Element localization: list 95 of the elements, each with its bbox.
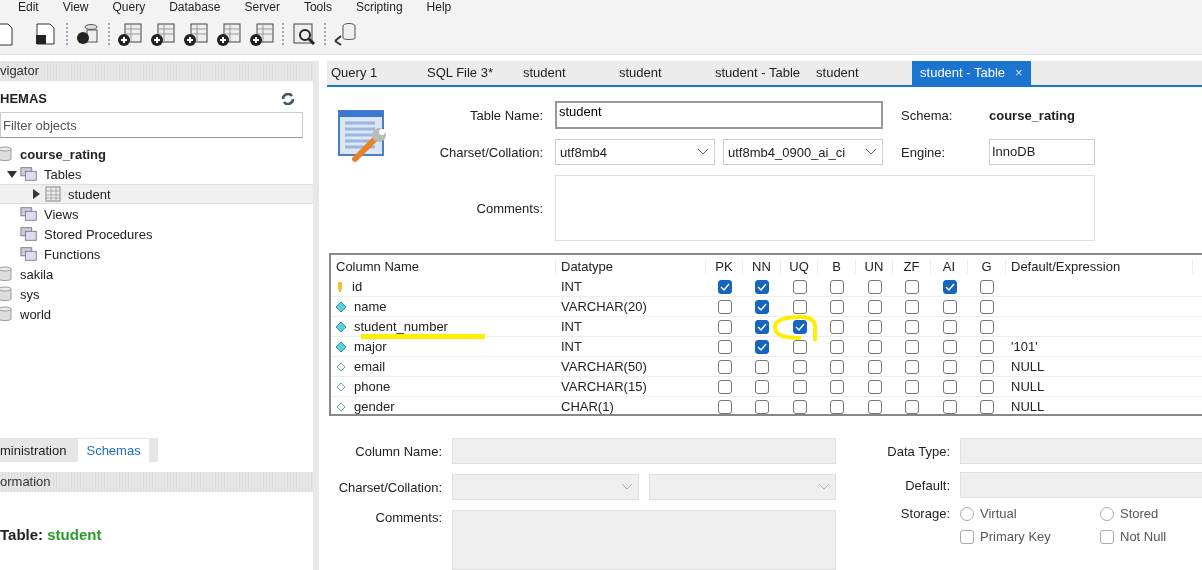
menu-item[interactable]: Server — [244, 0, 280, 14]
radio-option[interactable]: Virtual — [960, 506, 1090, 521]
table-name-field[interactable]: student — [555, 101, 883, 129]
checkbox-option[interactable]: Not Null — [1100, 529, 1202, 544]
editor-tab[interactable]: student - Table × — [912, 61, 1031, 85]
editor-tab[interactable]: SQL File 3* — [427, 61, 519, 85]
panel-tab[interactable]: ministration — [0, 439, 75, 461]
field-label: Default: — [904, 477, 950, 493]
column-header[interactable]: Datatype — [556, 258, 706, 274]
table-cell: student_number — [354, 319, 448, 334]
field-label: Column Name: — [354, 443, 442, 459]
table-cell-text: INT — [560, 339, 583, 354]
column-header[interactable]: ZF — [893, 258, 931, 274]
table-cell-text: NULL — [1010, 379, 1045, 394]
editor-tab[interactable]: student — [619, 61, 711, 85]
tree-label: Stored Procedures — [44, 226, 153, 242]
field-label: Schema: — [901, 107, 954, 123]
field-label: Comments: — [374, 510, 442, 525]
column-header[interactable]: Column Name — [331, 258, 556, 274]
column-header[interactable]: AI — [931, 258, 968, 274]
field-label: Storage: — [899, 506, 950, 521]
column-header[interactable]: UQ — [781, 258, 818, 274]
tree-item[interactable]: Tables — [0, 164, 313, 184]
tree-item[interactable]: world — [0, 304, 313, 324]
editor-tab[interactable]: Query 1 — [331, 61, 423, 85]
info-text: Table: student — [0, 526, 103, 543]
table-cell: email — [354, 359, 386, 374]
table-cell: phone — [354, 379, 391, 394]
table-cell: major — [354, 339, 387, 354]
table-cell-text: NULL — [1010, 359, 1045, 374]
menu-item[interactable]: Scripting — [355, 0, 403, 14]
menu-item[interactable]: Tools — [303, 0, 332, 14]
charset-dropdown[interactable]: utf8mb4 — [555, 139, 715, 165]
menu-item[interactable]: Help — [426, 0, 452, 14]
schema-value: course_rating — [989, 107, 1075, 123]
field-label: Charset/Collation: — [438, 144, 543, 160]
tree-label: sakila — [20, 266, 54, 282]
column-header[interactable]: G — [968, 258, 1006, 274]
field-label: Engine: — [901, 144, 947, 160]
editor-tab[interactable]: student — [816, 61, 909, 85]
menu-item[interactable]: Query — [112, 0, 146, 14]
tree-item[interactable]: student — [0, 184, 313, 204]
menu-item[interactable]: View — [62, 0, 89, 14]
grid-row[interactable]: gender CHAR(1) NULL — [331, 397, 1202, 414]
tree-label: Tables — [44, 166, 82, 182]
table-cell: id — [352, 279, 363, 294]
column-header[interactable]: NN — [743, 258, 781, 274]
field-label: Comments: — [475, 200, 543, 216]
close-icon[interactable]: × — [1015, 65, 1023, 80]
filter-field[interactable]: Filter objects — [0, 112, 303, 138]
table-cell: gender — [354, 399, 395, 414]
tree-label: Functions — [44, 246, 101, 262]
column-header[interactable]: UN — [856, 258, 893, 274]
field-label: Table Name: — [469, 107, 543, 123]
table-cell-text: VARCHAR(50) — [560, 359, 648, 374]
panel-tab[interactable]: Schemas — [78, 438, 149, 462]
column-header[interactable]: Default/Expression — [1006, 258, 1193, 274]
menu-item[interactable]: Edit — [18, 0, 39, 14]
table-cell-text: VARCHAR(20) — [560, 299, 648, 314]
tree-label: Views — [44, 206, 79, 222]
editor-tab[interactable]: student - Table — [715, 61, 813, 85]
table-cell-text: '101' — [1010, 339, 1038, 354]
menu-item[interactable]: Database — [169, 0, 221, 14]
table-cell-text: INT — [560, 319, 583, 334]
field-label: Charset/Collation: — [337, 479, 442, 495]
information-header: ormation — [0, 472, 313, 492]
grid-row[interactable]: email VARCHAR(50) NULL — [331, 357, 1202, 377]
tree-item[interactable]: Stored Procedures — [0, 224, 313, 244]
table-cell: name — [354, 299, 387, 314]
editor-tab[interactable]: student — [523, 61, 615, 85]
field-label: Data Type: — [886, 443, 950, 459]
table-cell-text: INT — [560, 279, 583, 294]
tree-item[interactable]: Views — [0, 204, 313, 224]
checkbox-option[interactable]: Primary Key — [960, 529, 1090, 544]
column-header[interactable]: B — [818, 258, 856, 274]
tree-label: student — [68, 186, 111, 202]
navigator-header: vigator — [0, 61, 313, 81]
tree-item[interactable]: course_rating — [0, 144, 313, 164]
table-cell-text: VARCHAR(15) — [560, 379, 648, 394]
grid-row[interactable]: id INT — [331, 277, 1202, 297]
radio-option[interactable]: Stored — [1100, 506, 1202, 521]
grid-row[interactable]: phone VARCHAR(15) NULL — [331, 377, 1202, 397]
table-cell-text: CHAR(1) — [560, 399, 615, 414]
tree-label: world — [20, 306, 52, 322]
engine-field[interactable]: InnoDB — [989, 139, 1095, 165]
section-title: HEMAS — [0, 91, 47, 106]
tree-item[interactable]: sakila — [0, 264, 313, 284]
tree-item[interactable]: Functions — [0, 244, 313, 264]
collation-dropdown[interactable]: utf8mb4_0900_ai_ci — [723, 139, 883, 165]
column-header[interactable]: PK — [706, 258, 743, 274]
grid-row[interactable]: name VARCHAR(20) — [331, 297, 1202, 317]
tree-item[interactable]: sys — [0, 284, 313, 304]
table-cell-text: NULL — [1010, 399, 1045, 414]
tree-label: sys — [20, 286, 40, 302]
tree-label: course_rating — [20, 146, 106, 162]
